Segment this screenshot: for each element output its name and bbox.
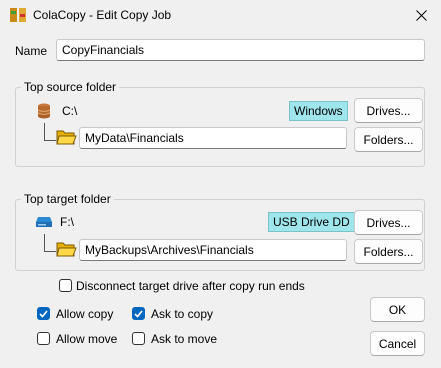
- disconnect-checkbox[interactable]: [59, 279, 72, 292]
- allow-move-label: Allow move: [56, 332, 118, 346]
- source-drives-button[interactable]: Drives...: [354, 98, 423, 123]
- checkmark-icon: [39, 309, 48, 318]
- cancel-button[interactable]: Cancel: [370, 331, 425, 356]
- target-drives-button[interactable]: Drives...: [354, 210, 423, 235]
- allow-copy-label: Allow copy: [56, 307, 114, 321]
- ask-copy-checkbox[interactable]: [132, 307, 145, 320]
- target-drive-badge: USB Drive DD: [268, 212, 355, 232]
- source-group-title: Top source folder: [21, 80, 120, 94]
- title-bar[interactable]: ColaCopy - Edit Copy Job: [0, 0, 441, 30]
- allow-copy-checkbox[interactable]: [37, 307, 50, 320]
- target-folders-button[interactable]: Folders...: [354, 239, 423, 264]
- usb-drive-icon: [36, 217, 52, 227]
- checkmark-icon: [134, 309, 143, 318]
- ask-move-checkbox[interactable]: [132, 332, 145, 345]
- folder-icon: [56, 242, 77, 257]
- name-input[interactable]: CopyFinancials: [56, 39, 425, 61]
- window-title: ColaCopy - Edit Copy Job: [33, 8, 172, 22]
- target-group-title: Top target folder: [21, 192, 114, 206]
- target-folder-input[interactable]: MyBackups\Archives\Financials: [79, 239, 347, 261]
- folder-icon: [56, 130, 77, 145]
- source-folders-button[interactable]: Folders...: [354, 127, 423, 152]
- ask-copy-label: Ask to copy: [151, 307, 214, 321]
- source-tree-connector: [44, 123, 56, 141]
- database-drive-icon: [37, 103, 51, 119]
- source-drive-label: C:\: [62, 104, 78, 118]
- source-folder-input[interactable]: MyData\Financials: [79, 127, 347, 149]
- target-tree-connector: [44, 234, 56, 252]
- source-drive-badge: Windows: [289, 101, 348, 121]
- ask-move-label: Ask to move: [151, 332, 218, 346]
- ok-button[interactable]: OK: [370, 297, 425, 322]
- close-icon: [415, 9, 427, 21]
- allow-move-checkbox[interactable]: [37, 332, 50, 345]
- name-label: Name: [15, 44, 48, 58]
- colacopy-app-icon: [10, 8, 26, 22]
- close-button[interactable]: [401, 0, 441, 30]
- target-drive-label: F:\: [60, 215, 74, 229]
- disconnect-label: Disconnect target drive after copy run e…: [76, 279, 305, 293]
